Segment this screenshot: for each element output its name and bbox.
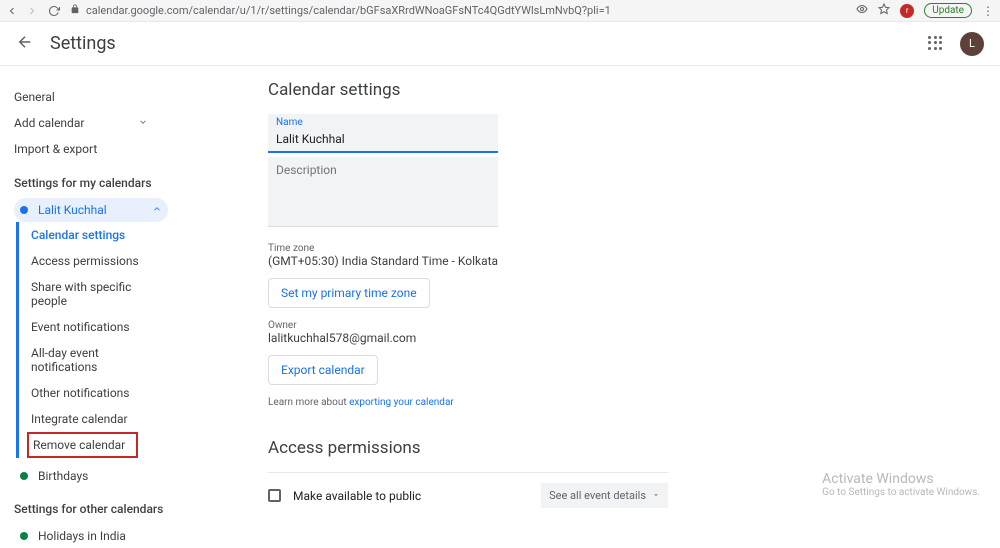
sub-access-permissions[interactable]: Access permissions (31, 248, 168, 274)
description-field[interactable] (268, 157, 498, 227)
sidebar-item-label: Birthdays (38, 469, 88, 483)
account-avatar[interactable]: L (960, 32, 984, 56)
make-public-checkbox[interactable] (268, 489, 281, 502)
lock-icon (70, 4, 80, 17)
learn-export-link[interactable]: exporting your calendar (349, 397, 454, 408)
set-primary-timezone-button[interactable]: Set my primary time zone (268, 278, 430, 308)
reload-icon[interactable] (48, 5, 60, 17)
sidebar-calendar-lalit[interactable]: Lalit Kuchhal (14, 198, 168, 222)
timezone-label: Time zone (268, 243, 1000, 254)
chevron-up-icon (152, 203, 162, 217)
sub-calendar-settings[interactable]: Calendar settings (31, 222, 168, 248)
sidebar-heading-my: Settings for my calendars (14, 176, 168, 190)
name-label: Name (276, 117, 490, 128)
back-arrow-icon[interactable] (16, 33, 34, 55)
calendar-color-dot (20, 206, 28, 214)
address-bar[interactable]: calendar.google.com/calendar/u/1/r/setti… (86, 4, 848, 17)
sidebar-item-label: Lalit Kuchhal (38, 203, 107, 217)
learn-export: Learn more about exporting your calendar (268, 397, 1000, 408)
sidebar-item-label: Holidays in India (38, 529, 126, 543)
sidebar-calendar-birthdays[interactable]: Birthdays (14, 464, 168, 488)
timezone-value: (GMT+05:30) India Standard Time - Kolkat… (268, 254, 1000, 268)
menu-icon[interactable]: ⋮ (982, 4, 994, 18)
windows-watermark: Activate Windows Go to Settings to activ… (822, 471, 980, 498)
eye-icon[interactable] (856, 3, 868, 18)
calendar-color-dot (20, 532, 28, 540)
app-header: Settings L (0, 22, 1000, 66)
chevron-down-icon (652, 489, 660, 502)
sidebar-item-label: Add calendar (14, 116, 84, 130)
update-button[interactable]: Update (924, 3, 972, 18)
sub-integrate-calendar[interactable]: Integrate calendar (31, 406, 168, 432)
make-public-label: Make available to public (293, 489, 421, 503)
sidebar-item-add-calendar[interactable]: Add calendar (14, 110, 168, 136)
sidebar-heading-other: Settings for other calendars (14, 502, 168, 516)
public-access-row: Make available to public See all event d… (268, 472, 668, 518)
profile-avatar-small[interactable]: r (900, 4, 914, 18)
owner-label: Owner (268, 320, 1000, 331)
export-calendar-button[interactable]: Export calendar (268, 355, 378, 385)
apps-grid-icon[interactable] (928, 36, 944, 52)
back-icon[interactable] (6, 5, 18, 17)
sub-allday-notifications[interactable]: All-day event notifications (31, 340, 168, 380)
sidebar-calendar-holidays[interactable]: Holidays in India (14, 524, 168, 548)
star-icon[interactable] (878, 3, 890, 18)
browser-chrome: calendar.google.com/calendar/u/1/r/setti… (0, 0, 1000, 22)
owner-value: lalitkuchhal578@gmail.com (268, 331, 1000, 345)
sub-event-notifications[interactable]: Event notifications (31, 314, 168, 340)
sub-other-notifications[interactable]: Other notifications (31, 380, 168, 406)
name-field[interactable]: Name (268, 114, 498, 153)
sidebar-item-import-export[interactable]: Import & export (14, 136, 168, 162)
section-title-calendar-settings: Calendar settings (268, 80, 1000, 100)
calendar-color-dot (20, 472, 28, 480)
forward-icon (26, 5, 38, 17)
section-title-access-permissions: Access permissions (268, 438, 1000, 458)
sub-remove-calendar[interactable]: Remove calendar (27, 432, 138, 458)
visibility-select[interactable]: See all event details (541, 483, 668, 508)
sidebar-sublist: Calendar settings Access permissions Sha… (16, 222, 168, 458)
sidebar-item-general[interactable]: General (14, 84, 168, 110)
name-input[interactable] (276, 132, 490, 146)
page-title: Settings (50, 33, 116, 54)
sub-share[interactable]: Share with specific people (31, 274, 168, 314)
main-content: Calendar settings Name Time zone (GMT+05… (168, 66, 1000, 518)
description-input[interactable] (276, 163, 490, 220)
chevron-down-icon (138, 116, 148, 130)
sidebar: General Add calendar Import & export Set… (0, 66, 168, 518)
